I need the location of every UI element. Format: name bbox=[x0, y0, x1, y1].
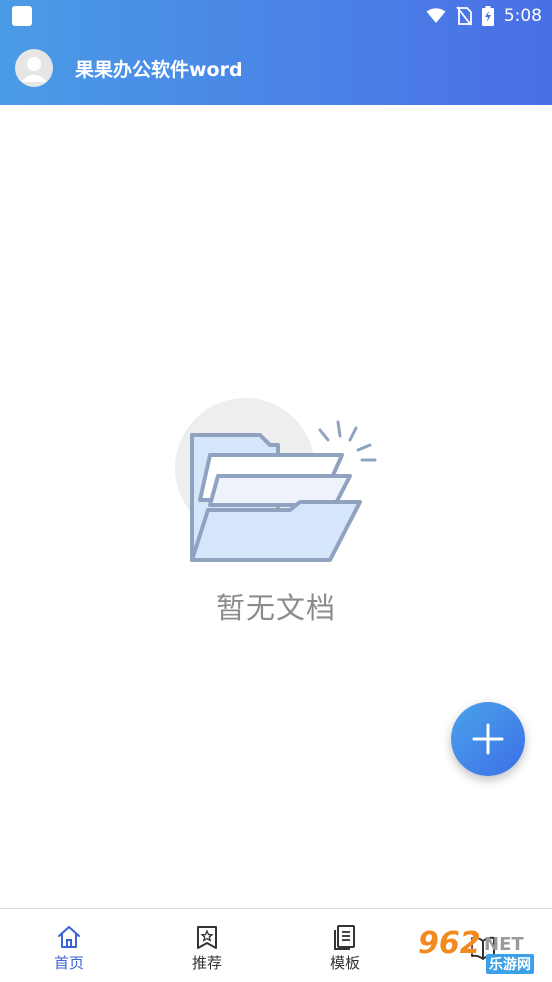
wifi-icon bbox=[426, 7, 446, 23]
bottom-navigation: 首页 推荐 模板 bbox=[0, 908, 552, 982]
nav-item-templates[interactable]: 模板 bbox=[276, 909, 414, 982]
empty-message: 暂无文档 bbox=[215, 591, 336, 625]
status-time: 5:08 bbox=[503, 5, 542, 26]
status-icons: 5:08 bbox=[426, 5, 542, 26]
nav-label-templates: 模板 bbox=[329, 954, 360, 972]
nav-item-home[interactable]: 首页 bbox=[0, 909, 138, 982]
app-bar: 果果办公软件word bbox=[0, 31, 552, 105]
book-icon bbox=[471, 936, 495, 960]
nav-label-recommend: 推荐 bbox=[191, 954, 222, 972]
main-content: 暂无文档 bbox=[0, 105, 552, 908]
user-avatar-icon[interactable] bbox=[15, 49, 53, 87]
nav-item-book[interactable] bbox=[414, 909, 552, 982]
app-title: 果果办公软件word bbox=[75, 58, 243, 81]
no-sim-icon bbox=[456, 5, 472, 26]
battery-charging-icon bbox=[481, 5, 494, 26]
home-icon bbox=[58, 926, 80, 948]
app-notification-icon bbox=[12, 5, 32, 26]
status-bar: 5:08 bbox=[0, 0, 552, 31]
nav-label-home: 首页 bbox=[53, 954, 84, 972]
star-bookmark-icon bbox=[197, 926, 217, 949]
header: 5:08 果果办公软件word bbox=[0, 0, 552, 105]
nav-item-recommend[interactable]: 推荐 bbox=[138, 909, 276, 982]
add-document-button[interactable] bbox=[451, 702, 525, 776]
plus-icon bbox=[472, 723, 504, 755]
template-document-icon bbox=[334, 925, 355, 950]
